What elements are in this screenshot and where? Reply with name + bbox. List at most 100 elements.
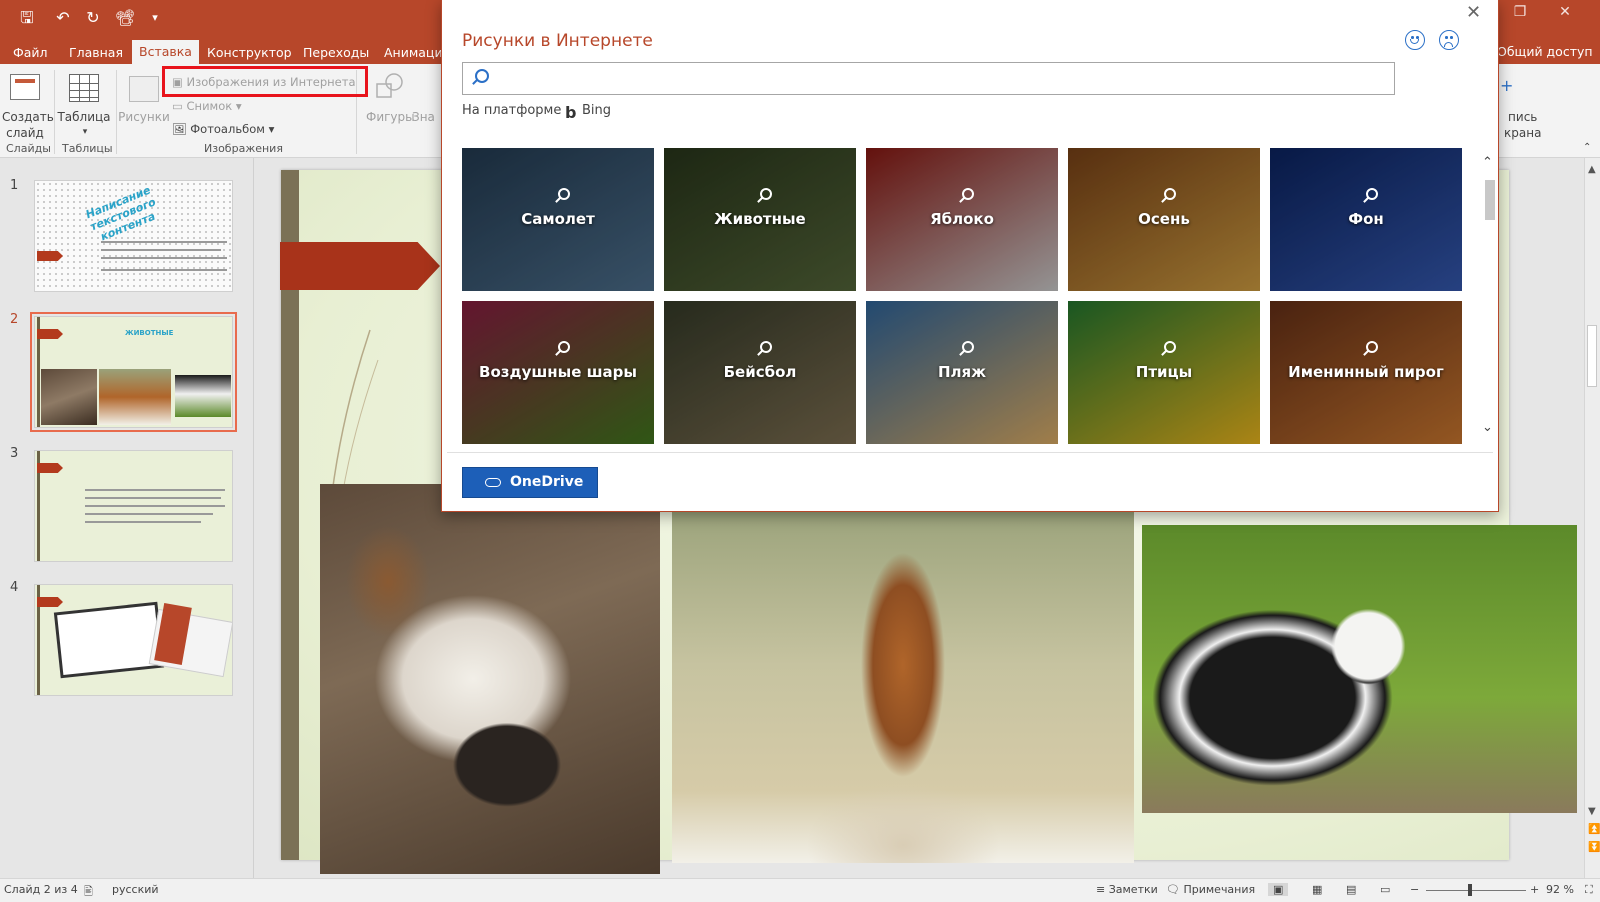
notes-button[interactable]: ≡ Заметки <box>1096 883 1158 896</box>
new-slide-button[interactable]: Создать слайд <box>2 109 54 141</box>
share-button[interactable]: Общий доступ <box>1497 44 1593 59</box>
category-tile[interactable]: Именинный пирог <box>1270 301 1462 444</box>
slide-thumbnail-1[interactable]: Написание текстового контента <box>34 180 233 292</box>
category-label: Воздушные шары <box>479 363 637 381</box>
start-slideshow-icon[interactable]: 📽 <box>112 7 138 29</box>
search-icon <box>760 341 772 353</box>
zoom-level[interactable]: 92 % <box>1546 883 1574 896</box>
slide-arrow <box>37 251 63 261</box>
category-tile[interactable]: Самолет <box>462 148 654 291</box>
slideshow-view-icon[interactable]: ▭ <box>1380 883 1390 896</box>
next-slide-icon[interactable]: ⏬ <box>1588 842 1600 853</box>
collapse-ribbon-icon[interactable]: ⌃ <box>1583 140 1591 156</box>
customize-toolbar-icon[interactable]: ▾ <box>142 7 168 29</box>
reading-view-icon[interactable]: ▤ <box>1346 883 1356 896</box>
pictures-icon[interactable] <box>129 76 159 102</box>
screen-record-button[interactable]: пись крана <box>1504 109 1541 141</box>
search-icon <box>962 188 974 200</box>
tab-home[interactable]: Главная <box>62 42 130 64</box>
zoom-slider[interactable] <box>1426 890 1526 891</box>
shapes-icon[interactable] <box>374 72 406 100</box>
comments-button[interactable]: 🗨 Примечания <box>1166 883 1255 896</box>
search-icon <box>1164 341 1176 353</box>
category-tile[interactable]: Пляж <box>866 301 1058 444</box>
category-tile[interactable]: Осень <box>1068 148 1260 291</box>
slide-arrow <box>37 597 63 607</box>
dialog-title: Рисунки в Интернете <box>462 31 653 51</box>
chevron-down-icon[interactable]: ▾ <box>70 124 100 140</box>
tab-transitions[interactable]: Переходы <box>296 42 376 64</box>
shepherd-photo[interactable] <box>672 503 1134 863</box>
icons-button[interactable]: Зна <box>412 109 435 125</box>
chevron-up-icon[interactable]: ⌃ <box>1482 155 1493 170</box>
search-icon <box>962 341 974 353</box>
slide-photo <box>175 375 231 417</box>
category-tile[interactable]: Животные <box>664 148 856 291</box>
add-icon[interactable]: + <box>1500 78 1513 94</box>
vertical-scrollbar[interactable] <box>1584 158 1600 878</box>
spellcheck-icon[interactable]: 🖹 <box>84 883 93 902</box>
slide-number: 4 <box>10 580 19 595</box>
category-label: Яблоко <box>930 210 994 228</box>
tab-file[interactable]: Файл <box>6 42 55 64</box>
category-tile[interactable]: Фон <box>1270 148 1462 291</box>
tab-animations[interactable]: Анимаци <box>377 42 450 64</box>
slide-arrow <box>280 242 440 290</box>
dialog-scrollbar-thumb[interactable] <box>1485 180 1495 220</box>
text-line <box>101 257 227 259</box>
photo-album-label: Фотоальбом <box>190 122 265 136</box>
new-slide-icon[interactable] <box>10 74 40 100</box>
zoom-out-button[interactable]: − <box>1410 883 1419 896</box>
slide-thumbnail-3[interactable] <box>34 450 233 562</box>
restore-icon[interactable]: ❐ <box>1500 4 1540 20</box>
photo-album-button[interactable]: 🖼 Фотоальбом ▾ <box>172 121 274 137</box>
slide-sorter-icon[interactable]: ▦ <box>1312 883 1322 896</box>
ribbon-divider <box>116 70 117 154</box>
slide-thumbnail-4[interactable] <box>34 584 233 696</box>
pictures-button[interactable]: Рисунки <box>118 109 170 125</box>
lemur-photo[interactable] <box>1142 525 1577 813</box>
chevron-down-icon[interactable]: ⌄ <box>1482 420 1493 435</box>
bing-label: Bing <box>582 103 612 118</box>
fit-to-window-icon[interactable]: ⛶ <box>1585 883 1593 897</box>
slide-photo <box>99 369 171 425</box>
previous-slide-icon[interactable]: ⏫ <box>1588 824 1600 835</box>
category-tile[interactable]: Яблоко <box>866 148 1058 291</box>
category-label: Птицы <box>1135 363 1193 381</box>
onedrive-button[interactable]: OneDrive <box>462 467 598 498</box>
text-line <box>85 505 225 507</box>
save-icon[interactable]: 🖫 <box>14 7 40 29</box>
search-input[interactable] <box>496 66 1386 91</box>
undo-icon[interactable]: ↶ <box>50 7 76 29</box>
close-icon[interactable]: ✕ <box>1466 2 1481 23</box>
redo-icon[interactable]: ↻ <box>80 7 106 29</box>
slide-thumbnail-2[interactable]: ЖИВОТНЫЕ <box>30 312 237 432</box>
zoom-in-button[interactable]: + <box>1530 883 1539 896</box>
text-line <box>85 489 225 491</box>
screenshot-button[interactable]: ▭ Снимок ▾ <box>172 98 242 114</box>
table-button[interactable]: Таблица <box>56 109 112 125</box>
smile-icon[interactable] <box>1405 30 1425 50</box>
category-tile[interactable]: Воздушные шары <box>462 301 654 444</box>
scrollbar-thumb[interactable] <box>1587 325 1597 387</box>
dog-photo[interactable] <box>320 484 660 874</box>
category-tile[interactable]: Бейсбол <box>664 301 856 444</box>
tab-insert[interactable]: Вставка <box>132 40 199 64</box>
slide-number: 2 <box>10 312 19 327</box>
close-window-icon[interactable]: ✕ <box>1545 4 1585 20</box>
scroll-up-icon[interactable]: ▲ <box>1588 164 1596 175</box>
normal-view-icon[interactable]: ▣ <box>1268 883 1289 896</box>
screenshot-label: Снимок <box>186 99 233 113</box>
frown-icon[interactable] <box>1439 30 1459 50</box>
category-tile[interactable]: Птицы <box>1068 301 1260 444</box>
notes-label: Заметки <box>1108 883 1158 896</box>
shapes-button[interactable]: Фигуры <box>366 109 415 125</box>
tab-design[interactable]: Конструктор <box>200 42 299 64</box>
zoom-slider-thumb[interactable] <box>1468 884 1472 896</box>
language-status[interactable]: русский <box>112 883 159 896</box>
text-line <box>101 249 221 251</box>
bing-icon: b <box>565 103 577 122</box>
group-tables-label: Таблицы <box>62 142 113 155</box>
scroll-down-icon[interactable]: ▼ <box>1588 806 1596 817</box>
table-icon[interactable] <box>69 74 99 102</box>
